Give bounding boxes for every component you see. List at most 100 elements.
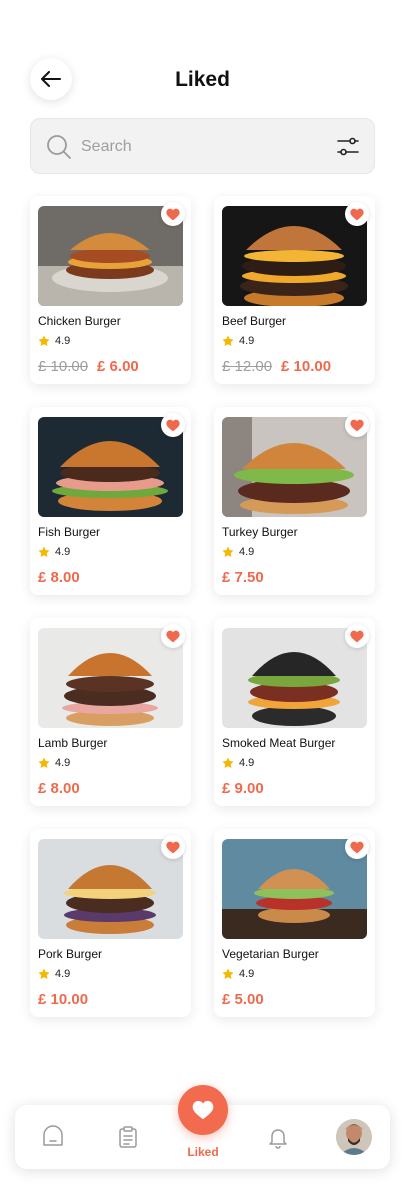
original-price: £ 10.00 bbox=[38, 358, 89, 375]
sale-price: £ 6.00 bbox=[97, 358, 139, 375]
item-rating: 4.9 bbox=[38, 968, 70, 980]
star-icon bbox=[38, 968, 50, 979]
star-icon bbox=[38, 546, 50, 557]
rating-value: 4.9 bbox=[55, 757, 71, 769]
home-icon bbox=[43, 1125, 63, 1146]
item-rating: 4.9 bbox=[222, 335, 254, 347]
star-icon bbox=[222, 968, 234, 979]
avatar-icon bbox=[336, 1119, 372, 1155]
price-group: £ 5.00 bbox=[222, 991, 264, 1008]
rating-value: 4.9 bbox=[55, 335, 71, 347]
unlike-button[interactable] bbox=[345, 202, 369, 226]
price: £ 10.00 bbox=[38, 991, 89, 1008]
star-icon bbox=[222, 546, 234, 557]
rating-value: 4.9 bbox=[239, 757, 255, 769]
price-group: £ 7.50 bbox=[222, 569, 264, 586]
heart-icon bbox=[166, 841, 180, 853]
heart-icon bbox=[166, 630, 180, 642]
rating-value: 4.9 bbox=[239, 546, 255, 558]
burger-image bbox=[38, 628, 183, 728]
unlike-button[interactable] bbox=[345, 835, 369, 859]
rating-value: 4.9 bbox=[239, 968, 255, 980]
original-price: £ 12.00 bbox=[222, 358, 273, 375]
product-card[interactable]: Vegetarian Burger 4.9 £ 5.00 bbox=[214, 829, 375, 1017]
item-name: Beef Burger bbox=[222, 314, 287, 328]
nav-notifications[interactable] bbox=[266, 1125, 290, 1154]
nav-home[interactable] bbox=[41, 1125, 65, 1154]
price: £ 9.00 bbox=[222, 780, 264, 797]
nav-liked-label: Liked bbox=[187, 1145, 219, 1159]
star-icon bbox=[38, 757, 50, 768]
price-group: £ 10.00 £ 6.00 bbox=[38, 358, 139, 375]
unlike-button[interactable] bbox=[161, 835, 185, 859]
heart-icon bbox=[192, 1100, 214, 1120]
item-name: Fish Burger bbox=[38, 525, 101, 539]
search-icon bbox=[47, 135, 71, 159]
item-rating: 4.9 bbox=[222, 546, 254, 558]
product-card[interactable]: Lamb Burger 4.9 £ 8.00 bbox=[30, 618, 191, 806]
bottom-navigation: Liked bbox=[15, 1085, 390, 1169]
item-rating: 4.9 bbox=[38, 757, 70, 769]
star-icon bbox=[222, 757, 234, 768]
nav-liked[interactable] bbox=[178, 1085, 228, 1135]
unlike-button[interactable] bbox=[345, 413, 369, 437]
search-input[interactable] bbox=[81, 133, 311, 161]
product-card[interactable]: Chicken Burger 4.9 £ 10.00 £ 6.00 bbox=[30, 196, 191, 384]
rating-value: 4.9 bbox=[55, 546, 71, 558]
item-name: Smoked Meat Burger bbox=[222, 736, 336, 750]
item-rating: 4.9 bbox=[38, 335, 70, 347]
heart-icon bbox=[350, 419, 364, 431]
bell-icon bbox=[269, 1129, 287, 1149]
price: £ 8.00 bbox=[38, 569, 80, 586]
burger-image bbox=[38, 839, 183, 939]
header: Liked bbox=[30, 58, 375, 104]
profile-avatar[interactable] bbox=[336, 1119, 372, 1155]
filter-sliders-icon[interactable] bbox=[336, 135, 360, 159]
burger-image bbox=[222, 839, 367, 939]
sale-price: £ 10.00 bbox=[281, 358, 332, 375]
price-group: £ 8.00 bbox=[38, 780, 80, 797]
star-icon bbox=[38, 335, 50, 346]
item-name: Pork Burger bbox=[38, 947, 103, 961]
rating-value: 4.9 bbox=[239, 335, 255, 347]
burger-image bbox=[38, 206, 183, 306]
clipboard-icon bbox=[119, 1126, 137, 1148]
price-group: £ 9.00 bbox=[222, 780, 264, 797]
burger-image bbox=[38, 417, 183, 517]
item-name: Turkey Burger bbox=[222, 525, 298, 539]
price-group: £ 12.00 £ 10.00 bbox=[222, 358, 331, 375]
price-group: £ 10.00 bbox=[38, 991, 88, 1008]
product-card[interactable]: Turkey Burger 4.9 £ 7.50 bbox=[214, 407, 375, 595]
price: £ 5.00 bbox=[222, 991, 264, 1008]
item-name: Vegetarian Burger bbox=[222, 947, 319, 961]
unlike-button[interactable] bbox=[161, 202, 185, 226]
rating-value: 4.9 bbox=[55, 968, 71, 980]
nav-orders[interactable] bbox=[116, 1125, 140, 1154]
search-bar bbox=[30, 118, 375, 174]
liked-items-grid: Chicken Burger 4.9 £ 10.00 £ 6.00 Beef B… bbox=[30, 196, 375, 1017]
item-rating: 4.9 bbox=[222, 968, 254, 980]
item-rating: 4.9 bbox=[38, 546, 70, 558]
price: £ 8.00 bbox=[38, 780, 80, 797]
item-rating: 4.9 bbox=[222, 757, 254, 769]
unlike-button[interactable] bbox=[161, 413, 185, 437]
unlike-button[interactable] bbox=[161, 624, 185, 648]
heart-icon bbox=[350, 630, 364, 642]
product-card[interactable]: Beef Burger 4.9 £ 12.00 £ 10.00 bbox=[214, 196, 375, 384]
product-card[interactable]: Fish Burger 4.9 £ 8.00 bbox=[30, 407, 191, 595]
page-title: Liked bbox=[175, 68, 230, 91]
price: £ 7.50 bbox=[222, 569, 264, 586]
item-name: Chicken Burger bbox=[38, 314, 121, 328]
product-card[interactable]: Pork Burger 4.9 £ 10.00 bbox=[30, 829, 191, 1017]
unlike-button[interactable] bbox=[345, 624, 369, 648]
burger-image bbox=[222, 628, 367, 728]
heart-icon bbox=[166, 419, 180, 431]
burger-image bbox=[222, 417, 367, 517]
price-group: £ 8.00 bbox=[38, 569, 80, 586]
star-icon bbox=[222, 335, 234, 346]
product-card[interactable]: Smoked Meat Burger 4.9 £ 9.00 bbox=[214, 618, 375, 806]
item-name: Lamb Burger bbox=[38, 736, 108, 750]
heart-icon bbox=[350, 841, 364, 853]
burger-image bbox=[222, 206, 367, 306]
heart-icon bbox=[350, 208, 364, 220]
